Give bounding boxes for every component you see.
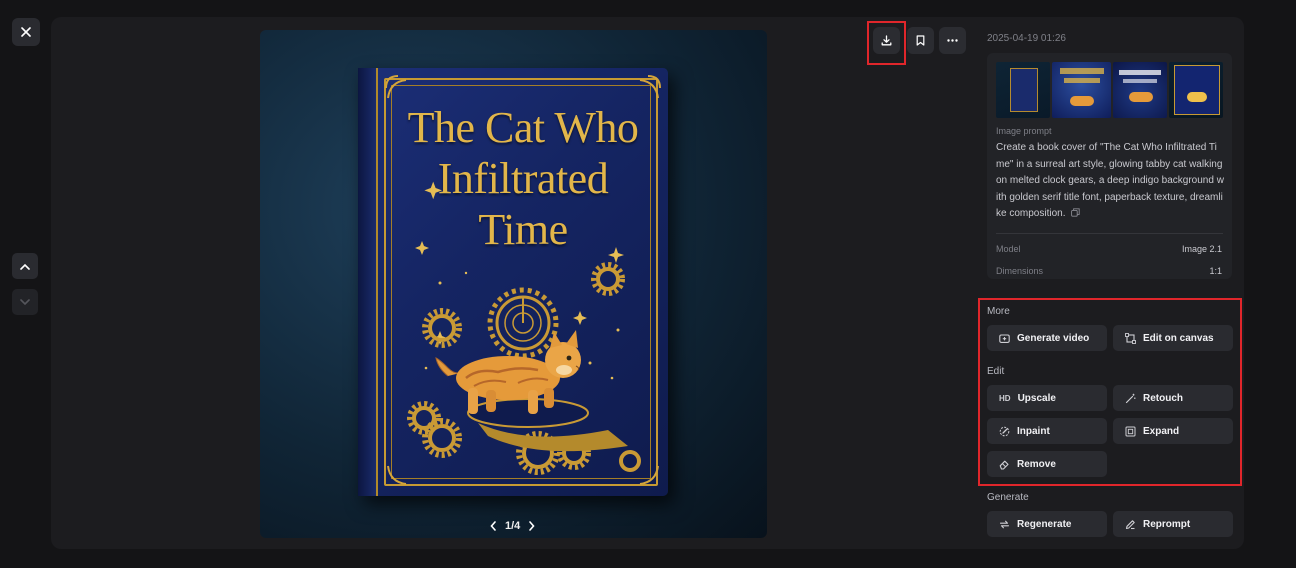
created-timestamp: 2025-04-19 01:26 xyxy=(987,33,1066,44)
refresh-icon xyxy=(999,520,1010,528)
dimensions-label: Dimensions xyxy=(996,266,1044,276)
thumbnail-strip xyxy=(996,62,1223,118)
download-highlight-box xyxy=(867,21,906,65)
prompt-text-content: Create a book cover of "The Cat Who Infi… xyxy=(996,142,1224,220)
regenerate-label: Regenerate xyxy=(1017,518,1072,530)
next-image-button[interactable] xyxy=(12,289,38,315)
previous-image-button[interactable] xyxy=(12,253,38,279)
generate-section-label: Generate xyxy=(987,492,1029,503)
book-title-line-3: Time xyxy=(478,205,568,254)
info-divider xyxy=(996,233,1223,234)
thumbnail-4[interactable] xyxy=(1168,62,1223,118)
image-pager: 1/4 xyxy=(490,520,535,532)
generated-image[interactable]: The Cat Who Infiltrated Time xyxy=(260,30,767,538)
close-icon xyxy=(21,27,31,37)
bookmark-button[interactable] xyxy=(907,27,934,54)
reprompt-button[interactable]: Reprompt xyxy=(1113,511,1233,537)
close-button[interactable] xyxy=(12,18,40,46)
chevron-down-icon xyxy=(20,298,30,305)
dimensions-value: 1:1 xyxy=(1209,266,1222,276)
copy-icon[interactable] xyxy=(1071,208,1080,218)
pager-count: 1/4 xyxy=(505,520,521,532)
model-value: Image 2.1 xyxy=(1181,244,1222,254)
bookmark-icon xyxy=(916,35,925,46)
book-cover: The Cat Who Infiltrated Time xyxy=(358,68,668,496)
model-row: Model Image 2.1 xyxy=(996,244,1222,254)
thumbnail-1[interactable] xyxy=(996,62,1050,118)
book-title-line-2: Infiltrated xyxy=(437,154,609,203)
reprompt-label: Reprompt xyxy=(1143,518,1191,530)
thumbnail-2[interactable] xyxy=(1051,62,1111,118)
regenerate-button[interactable]: Regenerate xyxy=(987,511,1107,537)
prompt-label: Image prompt xyxy=(996,126,1052,136)
chevron-left-icon[interactable] xyxy=(490,521,497,531)
actions-highlight-box xyxy=(978,298,1242,486)
model-label: Model xyxy=(996,244,1021,254)
prompt-text[interactable]: Create a book cover of "The Cat Who Infi… xyxy=(996,140,1224,223)
more-horizontal-icon xyxy=(947,39,958,42)
more-options-button[interactable] xyxy=(939,27,966,54)
dimensions-row: Dimensions 1:1 xyxy=(996,266,1222,276)
book-title: The Cat Who Infiltrated Time xyxy=(378,102,668,255)
pencil-icon xyxy=(1125,519,1135,529)
chevron-up-icon xyxy=(20,263,30,270)
chevron-right-icon[interactable] xyxy=(528,521,535,531)
thumbnail-3[interactable] xyxy=(1112,62,1167,118)
book-title-line-1: The Cat Who xyxy=(407,103,639,152)
image-info-card: Image prompt Create a book cover of "The… xyxy=(987,53,1232,279)
book-spine xyxy=(358,68,378,496)
